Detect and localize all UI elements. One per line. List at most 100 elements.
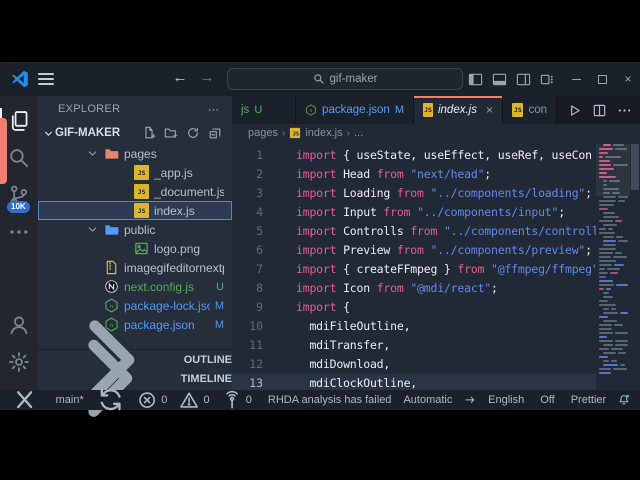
gear-icon bbox=[8, 351, 30, 373]
minimap-line bbox=[599, 304, 628, 306]
tree-item--app-js[interactable]: JS_app.js bbox=[38, 163, 232, 182]
tab-js[interactable]: jsU bbox=[232, 96, 296, 124]
vertical-scrollbar[interactable] bbox=[631, 144, 639, 190]
toggle-panel-icon[interactable] bbox=[491, 71, 508, 88]
close-window-button[interactable]: × bbox=[622, 72, 634, 86]
breadcrumb-item[interactable]: ... bbox=[354, 127, 363, 139]
toggle-secondary-sidebar-icon[interactable] bbox=[515, 71, 532, 88]
tree-item-public[interactable]: public bbox=[38, 220, 232, 239]
title-bar: ← → gif-maker × bbox=[0, 62, 640, 96]
tree-item-pages[interactable]: pages bbox=[38, 144, 232, 163]
more-actions-button[interactable] bbox=[617, 103, 632, 118]
close-icon[interactable]: × bbox=[486, 103, 493, 117]
line-number: 8 bbox=[232, 279, 263, 298]
search-icon bbox=[8, 147, 30, 169]
minimap-line bbox=[603, 240, 628, 242]
activity-item-settings[interactable] bbox=[0, 345, 38, 379]
sync-icon bbox=[96, 385, 125, 414]
minimap-line bbox=[599, 348, 628, 350]
customize-layout-icon[interactable] bbox=[539, 71, 556, 88]
tree-item-index-js[interactable]: JSindex.js bbox=[38, 201, 232, 220]
chevron-right-icon bbox=[44, 312, 177, 445]
tab-bar: jsUnpackage.jsonMJSindex.js×JScon bbox=[232, 96, 640, 124]
minimap-line bbox=[599, 228, 628, 230]
command-center-search[interactable]: gif-maker bbox=[227, 68, 463, 90]
tree-item--document-js[interactable]: JS_document.js bbox=[38, 182, 232, 201]
status-notifications[interactable] bbox=[618, 394, 630, 406]
status-label: Prettier bbox=[571, 394, 606, 406]
line-number: 9 bbox=[232, 298, 263, 317]
git-status-badge: U bbox=[216, 281, 224, 293]
tower-icon bbox=[222, 390, 242, 410]
section-label: TIMELINE bbox=[181, 373, 232, 385]
file-label: pages bbox=[124, 147, 157, 161]
minimap-line bbox=[599, 368, 628, 370]
zip-icon bbox=[104, 260, 119, 275]
toggle-sidebar-icon[interactable] bbox=[467, 71, 484, 88]
breadcrumb[interactable]: pages›JSindex.js›... bbox=[232, 124, 640, 142]
code-line: mdiFileOutline, bbox=[296, 317, 596, 336]
minimap-line bbox=[599, 260, 628, 262]
line-number: 6 bbox=[232, 241, 263, 260]
status-git-branch[interactable]: main* bbox=[51, 394, 83, 406]
status-arrow[interactable] bbox=[464, 394, 476, 406]
minimap-line bbox=[603, 360, 628, 362]
minimap-line bbox=[599, 284, 628, 286]
status-sync-changes[interactable] bbox=[96, 385, 125, 414]
file-label: _document.js bbox=[154, 185, 224, 199]
breadcrumb-item[interactable]: index.js bbox=[305, 127, 342, 139]
refresh-icon[interactable] bbox=[186, 126, 200, 140]
tab-con[interactable]: JScon bbox=[503, 96, 557, 124]
bell-icon bbox=[618, 394, 630, 406]
status-ports[interactable]: 0 bbox=[222, 390, 252, 410]
tab-index-js[interactable]: JSindex.js× bbox=[414, 96, 503, 124]
run-button[interactable] bbox=[567, 103, 582, 118]
back-button[interactable]: ← bbox=[170, 68, 190, 88]
new-folder-icon[interactable] bbox=[164, 126, 178, 140]
status-line-ending-mode[interactable]: Automatic bbox=[403, 394, 452, 406]
status-suggestions-off[interactable]: Off bbox=[536, 394, 554, 406]
activity-item-source-control[interactable]: 10K bbox=[0, 178, 38, 212]
status-warnings[interactable]: 0 bbox=[179, 390, 209, 410]
status-spell-language[interactable]: English bbox=[488, 394, 524, 406]
minimap-line bbox=[599, 268, 628, 270]
tree-root-gif-maker[interactable]: GIF-MAKER bbox=[38, 122, 232, 144]
maximize-button[interactable] bbox=[598, 75, 607, 84]
split-editor-button[interactable] bbox=[592, 103, 607, 118]
status-rhda-status[interactable]: RHDA analysis has failed bbox=[264, 394, 392, 406]
tree-item-imagegifeditornextproject-zip[interactable]: imagegifeditornextproject.zip bbox=[38, 258, 232, 277]
minimap-line bbox=[599, 208, 628, 210]
status-errors[interactable]: 0 bbox=[137, 390, 167, 410]
breadcrumb-item[interactable]: pages bbox=[248, 127, 278, 139]
minimap-line bbox=[599, 280, 628, 282]
vscode-window: ← → gif-maker × 10K EXPLORER bbox=[0, 62, 640, 410]
minimize-button[interactable] bbox=[571, 73, 583, 85]
explorer-more-icon[interactable]: ⋯ bbox=[208, 103, 220, 116]
tab-git-badge: U bbox=[254, 104, 262, 116]
minimap-line bbox=[599, 252, 628, 254]
code-editor[interactable]: 12345678910111213 import { useState, use… bbox=[232, 142, 640, 390]
minimap-line bbox=[599, 336, 628, 338]
forward-button[interactable]: → bbox=[197, 68, 217, 88]
code-line: mdiTransfer, bbox=[296, 336, 596, 355]
line-number: 1 bbox=[232, 146, 263, 165]
line-number: 7 bbox=[232, 260, 263, 279]
folder-icon bbox=[104, 146, 119, 161]
js-file-icon: JS bbox=[134, 165, 149, 180]
collapse-all-icon[interactable] bbox=[208, 126, 222, 140]
minimap-line bbox=[603, 364, 628, 366]
activity-item-more-views[interactable] bbox=[0, 215, 38, 249]
status-formatter[interactable]: Prettier bbox=[567, 394, 606, 406]
minimap-line bbox=[603, 296, 628, 298]
activity-item-account[interactable] bbox=[0, 308, 38, 342]
menu-button[interactable] bbox=[38, 73, 54, 85]
tree-item-logo-png[interactable]: logo.png bbox=[38, 239, 232, 258]
tab-package-json[interactable]: npackage.jsonM bbox=[296, 96, 414, 124]
js-file-icon: JS bbox=[134, 203, 149, 218]
minimap[interactable] bbox=[598, 144, 628, 390]
new-file-icon[interactable] bbox=[142, 126, 156, 140]
vscode-logo-icon bbox=[11, 70, 29, 88]
svg-text:n: n bbox=[310, 109, 313, 114]
code-line: import Input from "../components/input"; bbox=[296, 203, 596, 222]
chevron-down-icon bbox=[86, 147, 99, 160]
